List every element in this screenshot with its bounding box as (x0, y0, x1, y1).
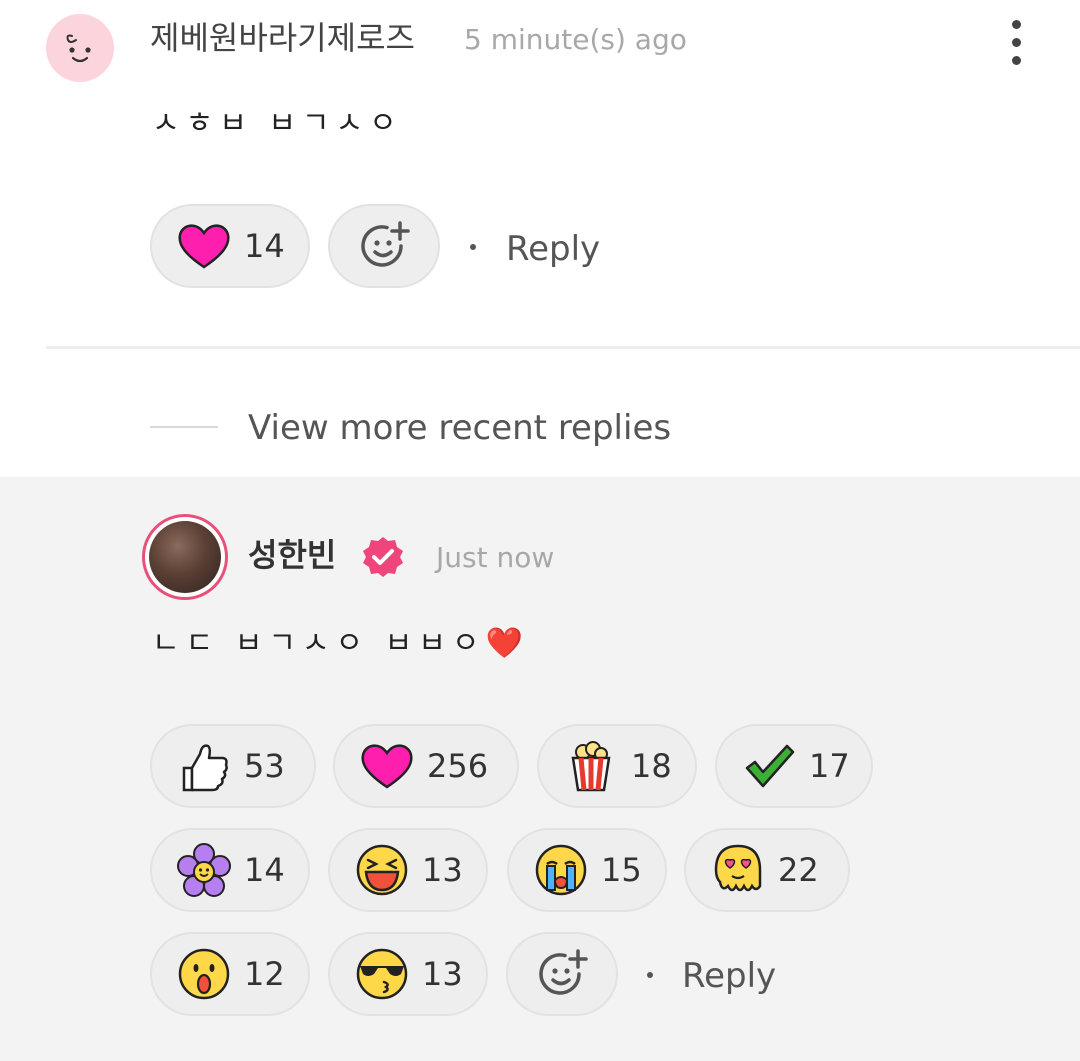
reply-timestamp: Just now (436, 541, 555, 574)
reaction-sunglasses-pill[interactable]: 13 (328, 932, 488, 1016)
reaction-count: 22 (778, 851, 819, 889)
reaction-count: 13 (422, 851, 463, 889)
sunglasses-kiss-face-icon (354, 946, 410, 1002)
add-reaction-button[interactable] (328, 204, 440, 288)
reaction-popcorn-pill[interactable]: 18 (537, 724, 697, 808)
reaction-count: 14 (244, 227, 285, 265)
reaction-heart-eyes-pill[interactable]: 22 (684, 828, 850, 912)
avatar[interactable] (142, 514, 228, 600)
separator-dot (647, 972, 653, 978)
reaction-flower-pill[interactable]: 14 (150, 828, 310, 912)
separator-dot (470, 244, 476, 250)
baby-face-icon (66, 34, 91, 63)
flower-icon (176, 842, 232, 898)
thumbs-up-icon (176, 738, 232, 794)
popcorn-icon (563, 738, 619, 794)
heart-eyes-melting-icon (710, 842, 766, 898)
more-options-icon[interactable] (1000, 20, 1032, 76)
add-emoji-icon (361, 221, 410, 267)
add-emoji-icon (539, 949, 588, 995)
reaction-count: 13 (422, 955, 463, 993)
divider (46, 346, 1080, 349)
reply-button[interactable]: Reply (682, 954, 776, 998)
reaction-crying-pill[interactable]: 15 (507, 828, 667, 912)
verified-badge-icon (362, 536, 404, 578)
laughing-face-icon (354, 842, 410, 898)
avatar[interactable] (46, 14, 114, 82)
reaction-thumbs-up-pill[interactable]: 53 (150, 724, 316, 808)
reaction-count: 18 (631, 747, 672, 785)
reply-username[interactable]: 성한빈 (248, 534, 336, 576)
surprised-face-icon (176, 946, 232, 1002)
reaction-heart-pill[interactable]: 256 (333, 724, 519, 808)
comment-text: ㅅㅎㅂ ㅂㄱㅅㅇ (152, 106, 403, 141)
reply-button[interactable]: Reply (506, 227, 600, 271)
crying-face-icon (533, 842, 589, 898)
reaction-heart-pill[interactable]: 14 (150, 204, 310, 288)
reaction-surprised-pill[interactable]: 12 (150, 932, 310, 1016)
add-reaction-button[interactable] (506, 932, 618, 1016)
view-more-replies-link[interactable]: View more recent replies (248, 406, 671, 450)
heart-icon (359, 738, 415, 794)
reaction-checkmark-pill[interactable]: 17 (715, 724, 873, 808)
reaction-count: 14 (244, 851, 285, 889)
reaction-count: 12 (244, 955, 285, 993)
reaction-count: 17 (809, 747, 850, 785)
thread-line (150, 426, 218, 428)
reply-text: ㄴㄷ ㅂㄱㅅㅇ ㅂㅂㅇ❤️ (152, 626, 529, 661)
heart-icon (176, 218, 232, 274)
checkmark-icon (741, 738, 797, 794)
comment-username[interactable]: 제베원바라기제로즈 (150, 18, 415, 58)
reaction-count: 256 (427, 747, 489, 785)
reaction-count: 15 (601, 851, 642, 889)
reaction-laughing-pill[interactable]: 13 (328, 828, 488, 912)
reaction-count: 53 (244, 747, 285, 785)
comment-timestamp: 5 minute(s) ago (464, 23, 687, 56)
